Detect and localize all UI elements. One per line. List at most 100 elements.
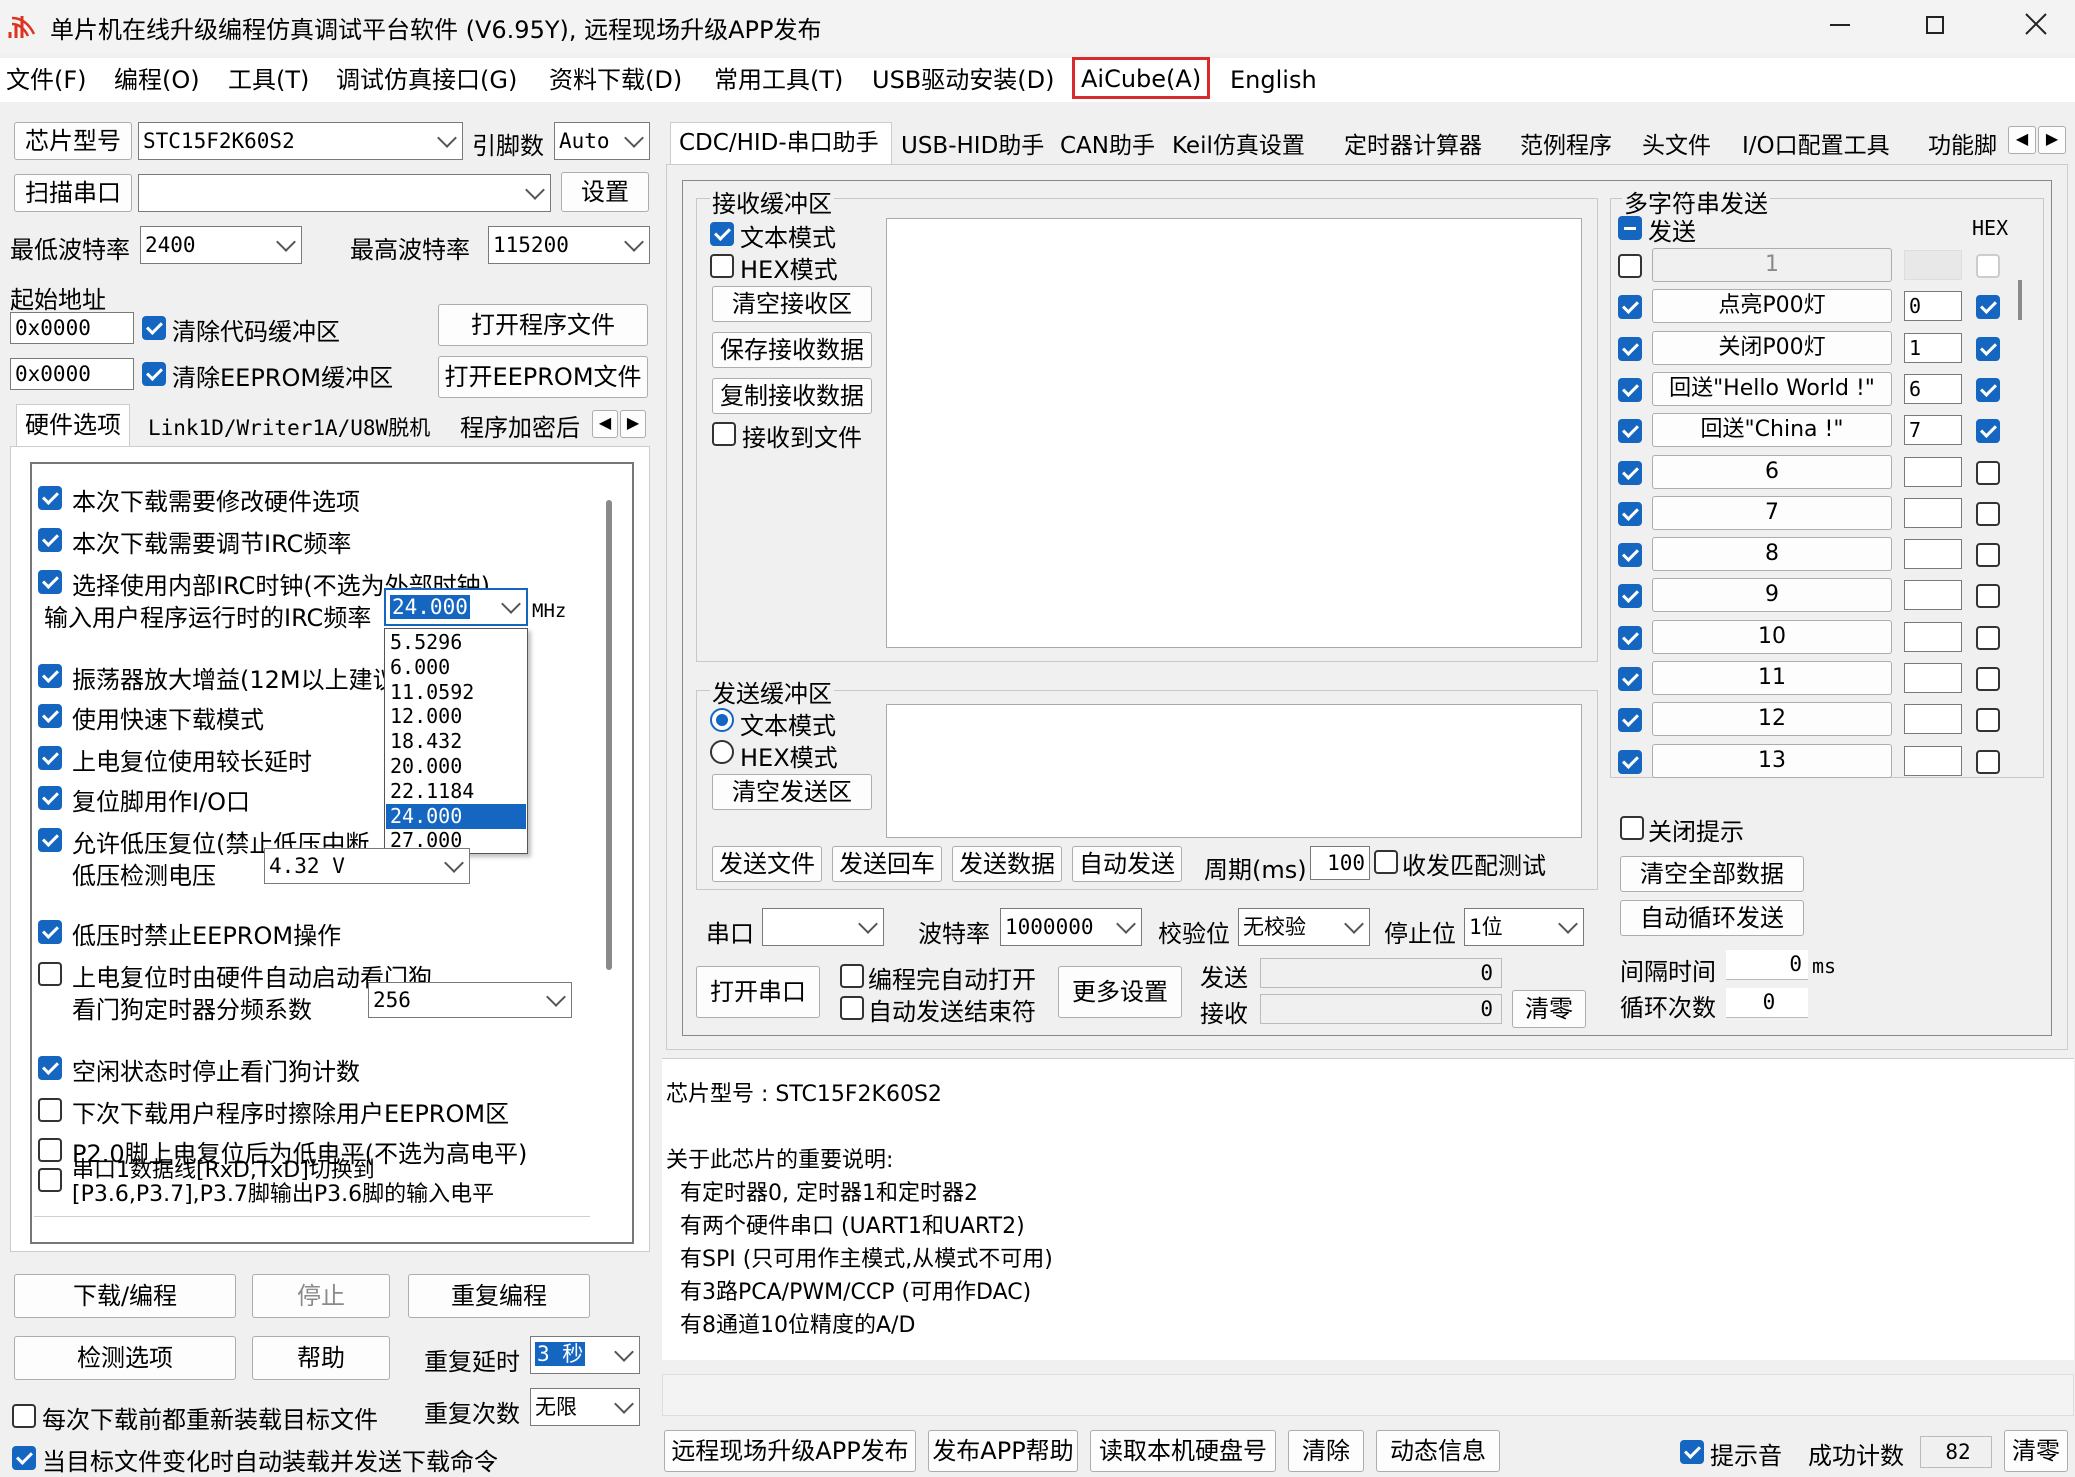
send-file-button[interactable]: 发送文件 [712,846,822,882]
tab-offline[interactable]: Link1D/Writer1A/U8W脱机 [140,408,438,448]
tab-cdc-hid-serial[interactable]: CDC/HID-串口助手 [670,122,892,166]
option-low-voltage-reset-checkbox[interactable] [38,828,62,852]
settings-button[interactable]: 设置 [561,172,649,212]
tab-can[interactable]: CAN助手 [1052,126,1162,166]
tab-usb-hid[interactable]: USB-HID助手 [893,126,1051,166]
multi-row-checkbox[interactable] [1618,749,1642,774]
watchdog-prescaler-select[interactable]: 256 [368,982,572,1018]
right-tab-scroll-left-icon[interactable]: ◀ [2008,126,2036,154]
multi-row-checkbox[interactable] [1618,254,1642,278]
baud-rate-select[interactable]: 1000000 [1000,908,1142,946]
clear-send-button[interactable]: 清空发送区 [712,774,872,810]
multi-row-key-input[interactable] [1904,250,1962,280]
option-idle-stop-watchdog-checkbox[interactable] [38,1056,62,1080]
low-voltage-select[interactable]: 4.32 V [264,848,470,884]
chip-model-button[interactable]: 芯片型号 [14,122,132,160]
multi-row-hex-checkbox[interactable] [1976,543,2000,568]
minimize-icon[interactable] [1830,24,1850,26]
scan-port-button[interactable]: 扫描串口 [14,174,132,212]
multi-send-scrollbar[interactable] [2018,280,2022,320]
tab-scroll-left-icon[interactable]: ◀ [592,410,618,438]
multi-send-all-checkbox[interactable] [1618,216,1642,240]
multi-row-hex-checkbox[interactable] [1976,460,2000,485]
multi-row-hex-checkbox[interactable] [1976,584,2000,609]
multi-row-key-input[interactable] [1904,539,1962,570]
recv-hex-mode-checkbox[interactable] [710,254,734,278]
eeprom-address-input[interactable]: 0x0000 [10,358,134,390]
right-tab-scroll-right-icon[interactable]: ▶ [2038,126,2066,154]
save-receive-button[interactable]: 保存接收数据 [712,332,872,368]
send-enter-button[interactable]: 发送回车 [832,846,942,882]
tab-scroll-right-icon[interactable]: ▶ [620,410,646,438]
multi-row-checkbox[interactable] [1618,419,1642,444]
open-program-button[interactable]: 打开程序文件 [438,304,648,346]
multi-row-key-input[interactable]: 1 [1904,332,1962,363]
start-address-input[interactable]: 0x0000 [10,312,134,344]
multi-row-key-input[interactable] [1904,663,1962,693]
menu-program[interactable]: 编程(O) [108,60,206,100]
close-icon[interactable] [2022,10,2050,38]
period-input[interactable]: 100 [1310,846,1370,880]
multi-row-key-input[interactable] [1904,456,1962,487]
port-select[interactable] [138,174,551,212]
irc-option[interactable]: 11.0592 [386,680,526,705]
multi-row-checkbox[interactable] [1618,625,1642,650]
multi-row-key-input[interactable] [1904,497,1962,528]
option-internal-irc-clock-checkbox[interactable] [38,570,62,594]
multi-row-send-button[interactable]: 10 [1652,619,1892,654]
read-disk-button[interactable]: 读取本机硬盘号 [1090,1430,1276,1472]
tab-io-config[interactable]: I/O口配置工具 [1734,126,1918,166]
download-program-button[interactable]: 下载/编程 [14,1274,236,1318]
copy-receive-button[interactable]: 复制接收数据 [712,378,872,414]
multi-row-send-button[interactable]: 11 [1652,661,1892,695]
auto-send-button[interactable]: 自动发送 [1072,846,1182,882]
multi-row-send-button[interactable]: 8 [1652,537,1892,572]
multi-row-send-button[interactable]: 点亮P00灯 [1652,289,1892,324]
more-settings-button[interactable]: 更多设置 [1058,966,1182,1018]
irc-option[interactable]: 18.432 [386,729,526,754]
multi-row-key-input[interactable]: 6 [1904,373,1962,404]
tab-timer-calc[interactable]: 定时器计算器 [1336,126,1510,166]
recv-text-mode-checkbox[interactable] [710,222,734,246]
publish-app-button[interactable]: 远程现场升级APP发布 [664,1430,916,1472]
multi-row-hex-checkbox[interactable] [1976,625,2000,650]
multi-row-key-input[interactable] [1904,704,1962,735]
receive-textarea[interactable] [886,218,1582,648]
send-hex-mode-radio[interactable] [710,740,734,764]
auto-end-checkbox[interactable] [840,996,864,1020]
clear-receive-button[interactable]: 清空接收区 [712,286,872,322]
option-long-reset-delay-checkbox[interactable] [38,746,62,770]
multi-row-send-button[interactable]: 6 [1652,454,1892,489]
multi-row-send-button[interactable]: 1 [1652,248,1892,282]
option-modify-hw-options-checkbox[interactable] [38,486,62,510]
tab-examples[interactable]: 范例程序 [1512,126,1632,166]
option-hw-watchdog-checkbox[interactable] [38,962,62,986]
chip-model-select[interactable]: STC15F2K60S2 [138,122,463,160]
irc-option[interactable]: 6.000 [386,655,526,680]
auto-load-checkbox[interactable] [12,1446,36,1470]
multi-row-key-input[interactable] [1904,621,1962,652]
option-erase-user-eeprom-checkbox[interactable] [38,1098,62,1122]
multi-row-checkbox[interactable] [1618,460,1642,485]
multi-row-key-input[interactable] [1904,580,1962,611]
auto-open-checkbox[interactable] [840,964,864,988]
open-eeprom-button[interactable]: 打开EEPROM文件 [438,356,648,398]
maximize-icon[interactable] [1926,16,1944,34]
repeat-program-button[interactable]: 重复编程 [408,1274,590,1318]
multi-row-send-button[interactable]: 7 [1652,495,1892,530]
multi-row-send-button[interactable]: 回送"Hello World !" [1652,371,1892,406]
multi-row-hex-checkbox[interactable] [1976,336,2000,361]
multi-row-send-button[interactable]: 12 [1652,702,1892,737]
clear-all-data-button[interactable]: 清空全部数据 [1620,856,1804,892]
multi-row-hex-checkbox[interactable] [1976,749,2000,774]
menu-file[interactable]: 文件(F) [0,60,93,100]
send-data-button[interactable]: 发送数据 [952,846,1062,882]
send-textarea[interactable] [886,704,1582,838]
multi-row-key-input[interactable]: 7 [1904,415,1962,446]
loop-count-input[interactable]: 0 [1726,988,1808,1018]
option-fast-download-checkbox[interactable] [38,704,62,728]
reload-each-download-checkbox[interactable] [12,1404,36,1428]
multi-row-send-button[interactable]: 13 [1652,743,1892,778]
option-p20-low-level-checkbox[interactable] [38,1138,62,1162]
option-reset-pin-io-checkbox[interactable] [38,786,62,810]
